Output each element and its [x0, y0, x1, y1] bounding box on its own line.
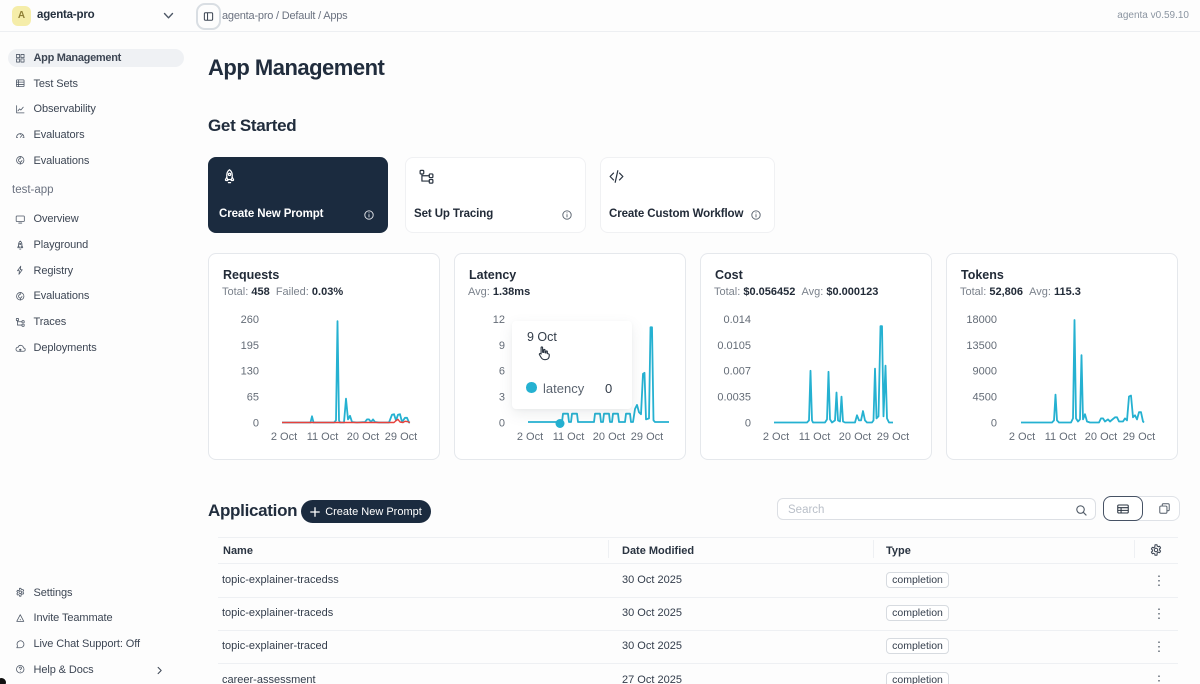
svg-text:0: 0: [499, 418, 505, 430]
svg-text:29 Oct: 29 Oct: [385, 431, 417, 443]
svg-text:195: 195: [241, 340, 259, 352]
svg-text:0: 0: [253, 418, 259, 430]
svg-text:29 Oct: 29 Oct: [631, 431, 663, 443]
svg-text:130: 130: [241, 366, 259, 378]
svg-text:2 Oct: 2 Oct: [763, 431, 789, 443]
svg-text:29 Oct: 29 Oct: [1123, 431, 1155, 443]
svg-text:18000: 18000: [966, 314, 997, 326]
svg-text:20 Oct: 20 Oct: [839, 431, 871, 443]
svg-text:11 Oct: 11 Oct: [307, 431, 339, 443]
svg-text:9: 9: [499, 340, 505, 352]
svg-text:2 Oct: 2 Oct: [271, 431, 297, 443]
svg-text:29 Oct: 29 Oct: [877, 431, 909, 443]
svg-text:3: 3: [499, 392, 505, 404]
svg-text:0: 0: [745, 418, 751, 430]
svg-text:9000: 9000: [973, 366, 997, 378]
svg-text:4500: 4500: [973, 392, 997, 404]
svg-text:2 Oct: 2 Oct: [517, 431, 543, 443]
svg-text:65: 65: [247, 392, 259, 404]
svg-text:11 Oct: 11 Oct: [553, 431, 585, 443]
svg-text:20 Oct: 20 Oct: [593, 431, 625, 443]
svg-text:20 Oct: 20 Oct: [347, 431, 379, 443]
svg-text:13500: 13500: [966, 340, 997, 352]
svg-text:0.007: 0.007: [723, 366, 751, 378]
svg-text:0.014: 0.014: [723, 314, 751, 326]
svg-text:0.0035: 0.0035: [717, 392, 751, 404]
svg-text:260: 260: [241, 314, 259, 326]
svg-text:20 Oct: 20 Oct: [1085, 431, 1117, 443]
svg-text:12: 12: [493, 314, 505, 326]
svg-text:2 Oct: 2 Oct: [1009, 431, 1035, 443]
svg-text:6: 6: [499, 366, 505, 378]
svg-text:11 Oct: 11 Oct: [1045, 431, 1077, 443]
svg-text:0.0105: 0.0105: [717, 340, 751, 352]
svg-text:11 Oct: 11 Oct: [799, 431, 831, 443]
svg-text:0: 0: [991, 418, 997, 430]
